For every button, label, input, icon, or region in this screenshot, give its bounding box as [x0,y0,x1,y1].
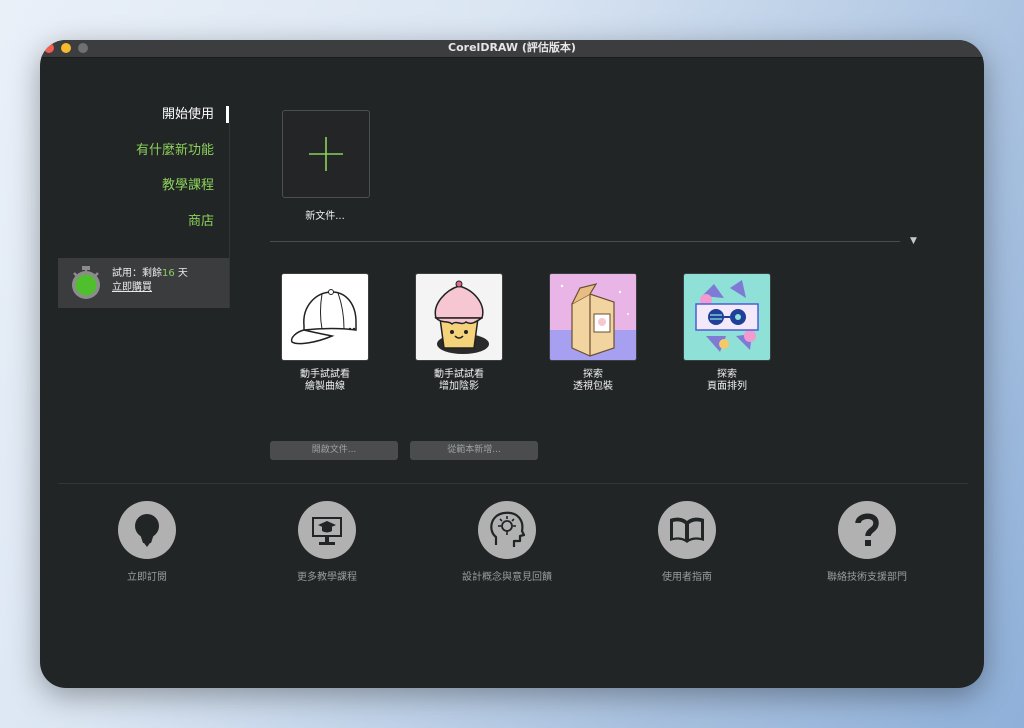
template-label-add-shadow: 動手試試看 增加陰影 [399,369,519,393]
lightbulb-icon [135,514,159,549]
buy-now-link[interactable]: 立即購買 [112,281,152,295]
title-bar: CorelDRAW (評估版本) [40,40,984,58]
design-ideas-feedback-button[interactable] [478,501,536,559]
user-guide-label[interactable]: 使用者指南 [612,568,762,583]
template-label-line1: 探索 [717,369,737,380]
cap-icon [290,289,357,345]
more-tutorials-label[interactable]: 更多教學課程 [252,568,402,583]
subscribe-label[interactable]: 立即訂閱 [72,568,222,583]
plus-icon [309,137,343,171]
nav-item-tutorials[interactable]: 教學課程 [162,178,214,194]
template-label-line1: 動手試試看 [434,369,484,380]
template-label-draw-curves: 動手試試看 繪製曲線 [265,369,385,393]
sunglasses-icon [695,280,759,352]
stopwatch-icon [72,266,100,299]
nav-active-indicator [226,106,229,123]
template-tile-draw-curves[interactable] [282,274,368,360]
trial-suffix: 天 [174,268,188,279]
contact-support-label[interactable]: 聯絡技術支援部門 [792,568,942,583]
trial-panel: 試用：剩餘16 天 立即購買 [58,258,229,308]
template-tile-page-layout[interactable] [684,274,770,360]
graduation-monitor-icon [312,517,342,545]
user-guide-button[interactable] [658,501,716,559]
collapse-arrow-icon[interactable]: ▼ [910,236,917,246]
template-label-line2: 頁面排列 [707,381,747,392]
trial-prefix: 試用：剩餘 [112,268,162,279]
nav-item-store[interactable]: 商店 [188,214,214,230]
question-icon [855,513,879,546]
template-label-line2: 透視包裝 [573,381,613,392]
template-label-line1: 探索 [583,369,603,380]
nav-divider [229,123,230,308]
resources-divider [58,483,968,484]
cupcake-icon [434,280,489,354]
template-label-page-layout: 探索 頁面排列 [667,369,787,393]
new-from-template-button[interactable]: 從範本新增... [410,441,538,460]
book-icon [670,517,704,543]
subscribe-button[interactable] [118,501,176,559]
new-document-label: 新文件... [305,211,345,222]
trial-days-count: 16 [162,268,175,279]
template-label-line1: 動手試試看 [300,369,350,380]
new-document-button[interactable] [282,110,370,198]
window-title: CorelDRAW (評估版本) [448,41,576,54]
brain-idea-icon [490,511,526,547]
open-document-button[interactable]: 開啟文件... [270,441,398,460]
template-tile-perspective-packaging[interactable] [550,274,636,360]
nav-item-whats-new[interactable]: 有什麼新功能 [136,143,214,159]
trial-status: 試用：剩餘16 天 [112,267,188,281]
milk-carton-icon [550,274,636,360]
section-divider [270,241,900,242]
template-label-line2: 繪製曲線 [305,381,345,392]
contact-support-button[interactable] [838,501,896,559]
design-ideas-feedback-label[interactable]: 設計概念與意見回饋 [432,568,582,583]
coreldraw-window: CorelDRAW (評估版本) 開始使用 有什麼新功能 教學課程 商店 試用：… [40,40,984,688]
nav-item-get-started[interactable]: 開始使用 [162,107,214,123]
more-tutorials-button[interactable] [298,501,356,559]
template-label-perspective-packaging: 探索 透視包裝 [533,369,653,393]
template-label-line2: 增加陰影 [439,381,479,392]
template-tile-add-shadow[interactable] [416,274,502,360]
